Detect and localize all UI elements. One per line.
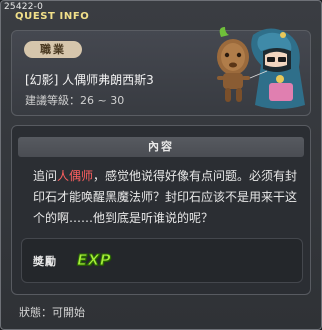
reward-label: 獎勵 xyxy=(33,255,57,268)
reward-box: 獎勵 EXP xyxy=(21,238,303,283)
job-badge: 職業 xyxy=(24,41,82,58)
recommended-level: 建議等級：26 ~ 30 xyxy=(25,94,125,107)
npc-name-highlight: 人偶师 xyxy=(57,169,94,183)
window-title: QUEST INFO xyxy=(15,11,90,22)
quest-name: [幻影] 人偶师弗朗西斯3 xyxy=(25,73,154,87)
quest-description: 追问人偶师，感觉他说得好像有点问题。必须有封印石才能唤醒黑魔法师？封印石应该不是… xyxy=(33,166,301,229)
npc-portrait-icon xyxy=(217,27,305,109)
description-text-start: 追问 xyxy=(33,169,58,183)
quest-info-window: 25422-0 QUEST INFO 職業 [幻影] 人偶师弗朗西斯3 建議等級… xyxy=(0,0,322,330)
content-heading: 內容 xyxy=(18,137,304,157)
exp-reward-icon: EXP xyxy=(76,251,112,270)
quest-status: 狀態：可開始 xyxy=(19,306,85,319)
quest-content-panel: 內容 追问人偶师，感觉他说得好像有点问题。必须有封印石才能唤醒黑魔法师？封印石应… xyxy=(11,125,311,295)
